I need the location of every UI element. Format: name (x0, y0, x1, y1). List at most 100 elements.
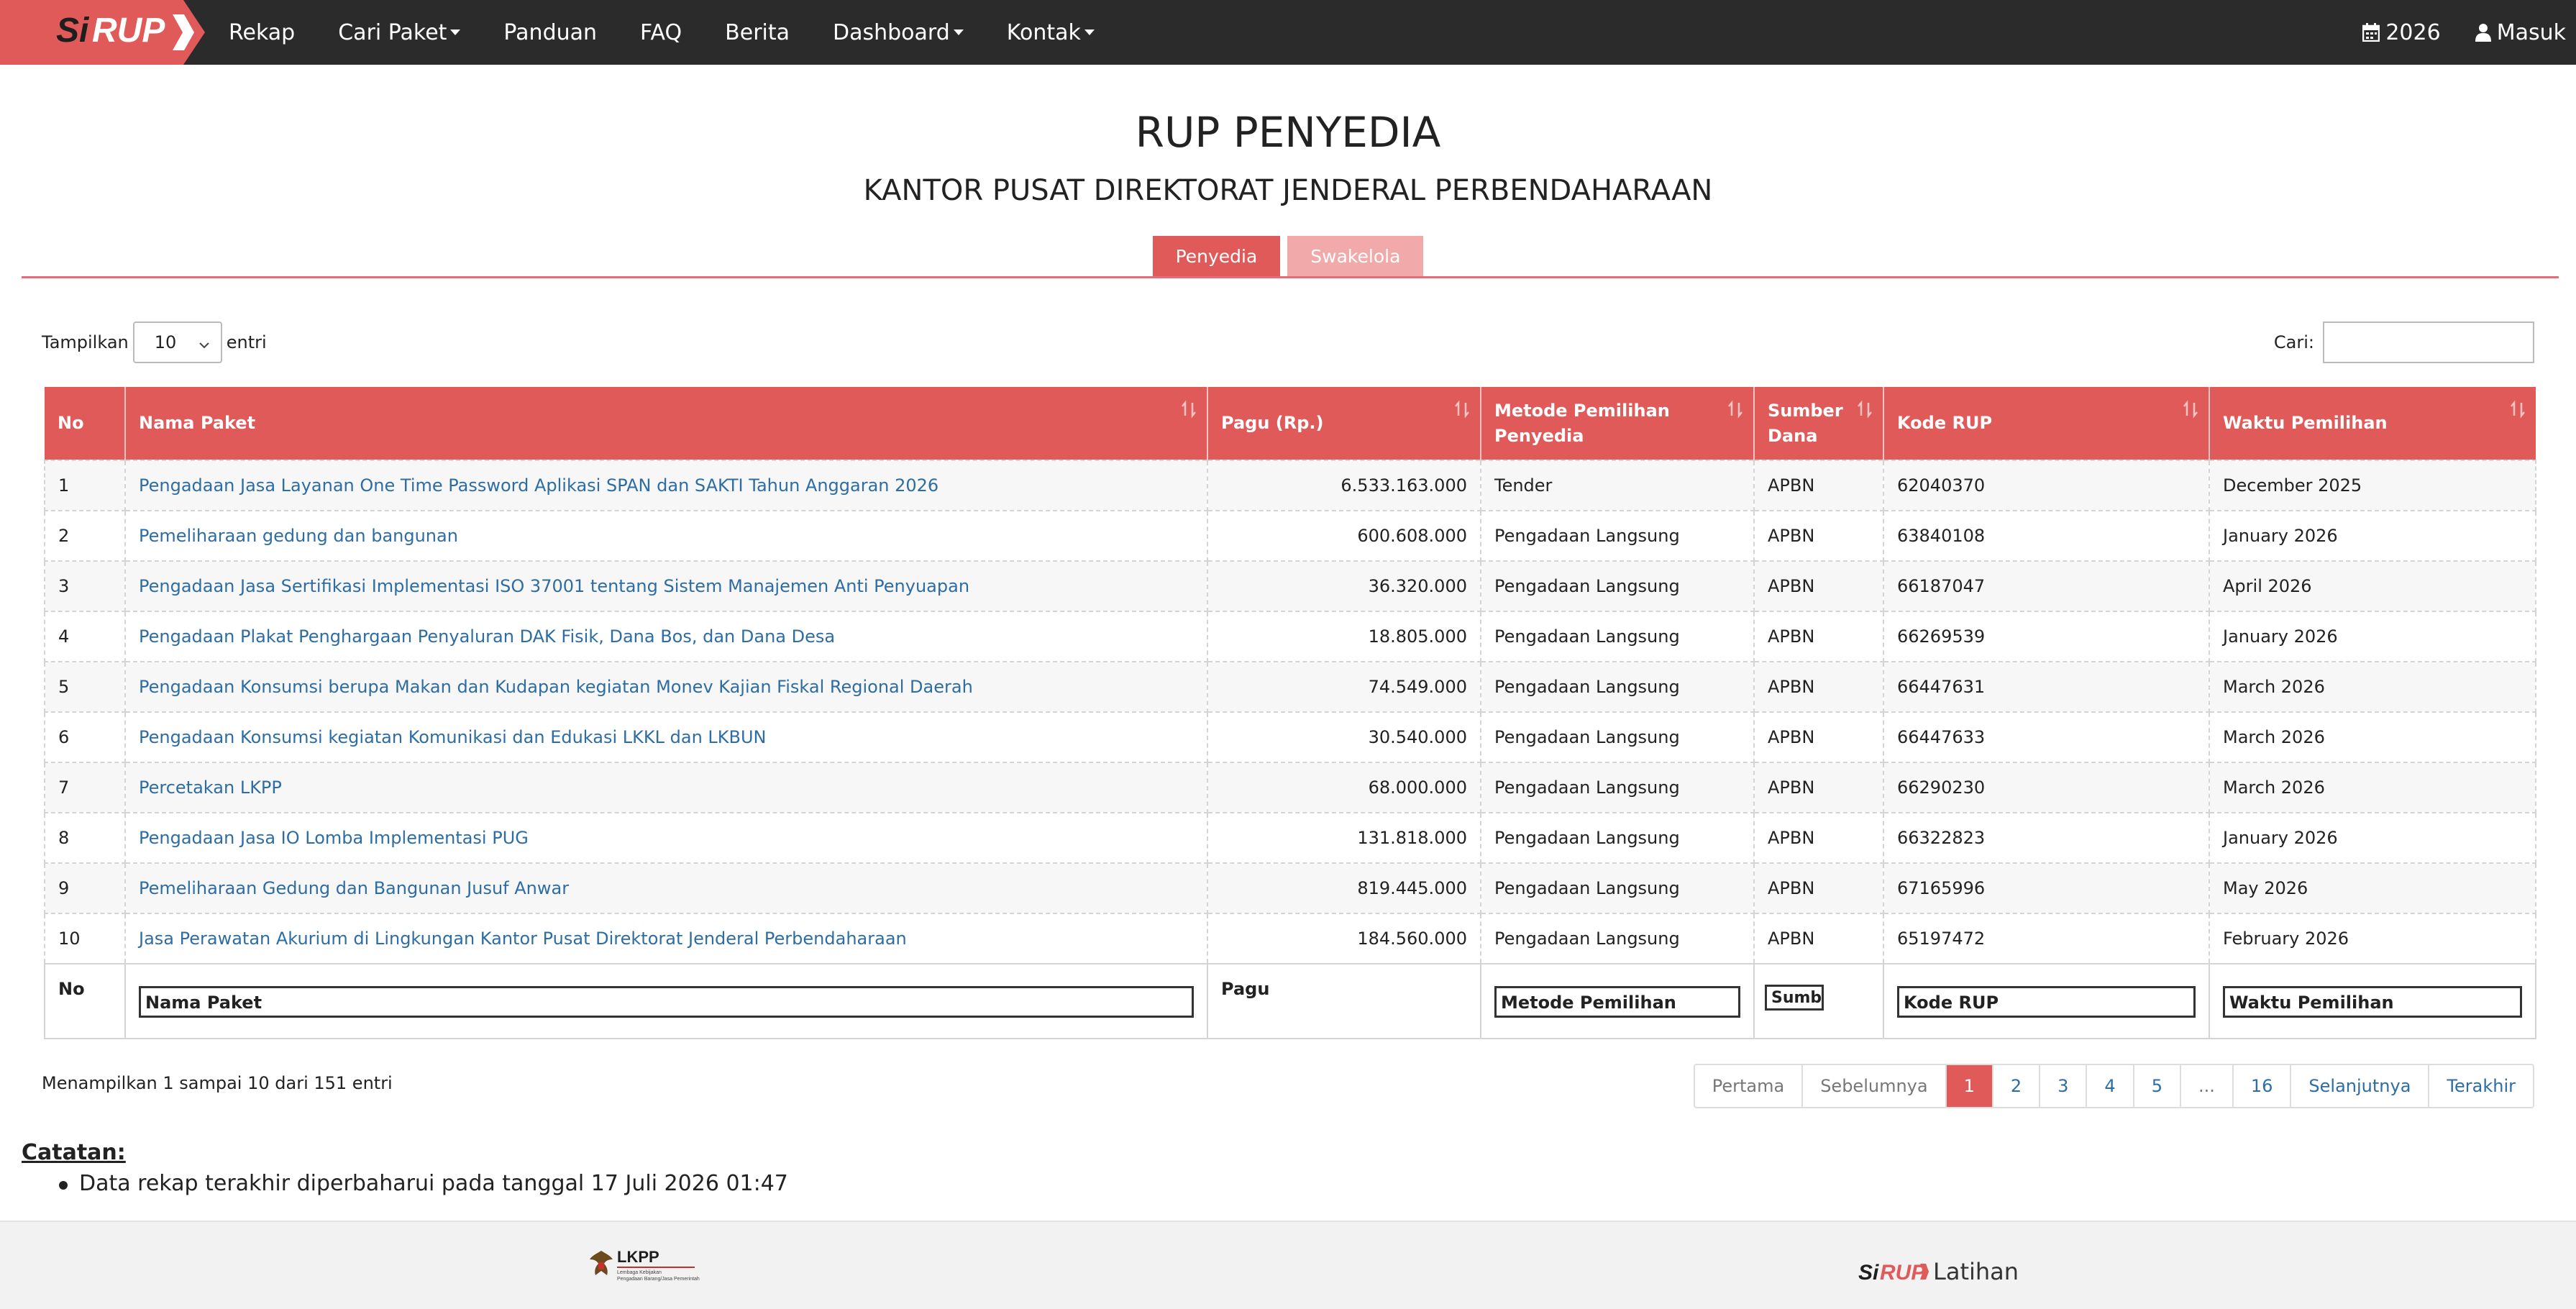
col-header-sumber-dana[interactable]: Sumber Dana (1754, 387, 1884, 460)
package-link[interactable]: Pemeliharaan Gedung dan Bangunan Jusuf A… (139, 878, 569, 898)
cell-waktu: March 2026 (2209, 661, 2536, 713)
nav-dashboard[interactable]: Dashboard (833, 20, 964, 45)
filter-nama-paket-input[interactable]: Nama Paket (139, 986, 1194, 1018)
cell-kode-rup: 67165996 (1883, 862, 2210, 914)
table-row: 2 Pemeliharaan gedung dan bangunan 600.608… (44, 510, 2536, 562)
cell-waktu: January 2026 (2209, 611, 2536, 662)
notes-title: Catatan: (22, 1140, 126, 1165)
table-row: 10 Jasa Perawatan Akurium di Lingkungan K… (44, 913, 2536, 964)
cell-nama-paket: Pengadaan Plakat Penghargaan Penyaluran … (124, 611, 1208, 662)
cell-pagu: 131.818.000 (1207, 812, 1481, 864)
sort-icon (1857, 400, 1873, 426)
year-selector[interactable]: 2026 (2362, 20, 2441, 45)
table-row: 9 Pemeliharaan Gedung dan Bangunan Jusuf … (44, 862, 2536, 914)
cell-pagu: 74.549.000 (1207, 661, 1481, 713)
table-row: 5 Pengadaan Konsumsi berupa Makan dan Kud… (44, 661, 2536, 713)
page-next-button[interactable]: Selanjutnya (2291, 1065, 2430, 1107)
col-header-no[interactable]: No (45, 387, 126, 460)
package-link[interactable]: Pengadaan Jasa IO Lomba Implementasi PUG (139, 828, 529, 848)
page-first-button[interactable]: Pertama (1694, 1065, 1804, 1107)
cell-waktu: January 2026 (2209, 510, 2536, 562)
page-number-button[interactable]: 1 (1946, 1065, 1993, 1107)
page-size-select[interactable]: 10 (132, 321, 222, 363)
cell-waktu: January 2026 (2209, 812, 2536, 864)
cell-sumber-dana: APBN (1753, 560, 1884, 612)
nav-berita[interactable]: Berita (725, 20, 790, 45)
package-link[interactable]: Pengadaan Konsumsi berupa Makan dan Kuda… (139, 677, 973, 697)
table-filter-row: No Nama Paket Pagu Metode Pemilihan Sumb… (44, 963, 2536, 1039)
filter-pagu-label: Pagu (1207, 963, 1481, 1039)
col-header-label: Waktu Pemilihan (2223, 413, 2388, 433)
col-header-label: Sumber Dana (1768, 400, 1843, 446)
col-header-metode[interactable]: Metode Pemilihan Penyedia (1481, 387, 1755, 460)
nav-rekap[interactable]: Rekap (229, 20, 295, 45)
page-title: RUP PENYEDIA (1135, 108, 1441, 157)
lkpp-logo[interactable]: LKPP Lembaga Kebijakan Pengadaan Barang/… (588, 1246, 703, 1288)
nav-faq[interactable]: FAQ (640, 20, 682, 45)
sirup-logo[interactable]: Si RUP (0, 0, 205, 65)
package-link[interactable]: Jasa Perawatan Akurium di Lingkungan Kan… (139, 929, 907, 949)
col-header-label: Metode Pemilihan Penyedia (1494, 400, 1670, 446)
tab-penyedia[interactable]: Penyedia (1152, 236, 1281, 278)
col-header-nama-paket[interactable]: Nama Paket (125, 387, 1208, 460)
filter-metode-cell: Metode Pemilihan (1480, 963, 1755, 1039)
package-link[interactable]: Pengadaan Plakat Penghargaan Penyaluran … (139, 626, 835, 647)
col-header-label: Kode RUP (1897, 413, 1993, 433)
login-button[interactable]: Masuk (2475, 20, 2566, 45)
page-number-button[interactable]: 4 (2087, 1065, 2134, 1107)
nav-kontak[interactable]: Kontak (1007, 20, 1095, 45)
filter-kode-cell: Kode RUP (1883, 963, 2210, 1039)
nav-kontak-label: Kontak (1006, 19, 1081, 45)
nav-rekap-label: Rekap (229, 19, 296, 45)
cell-waktu: December 2025 (2209, 460, 2536, 511)
page-number-button[interactable]: 16 (2233, 1065, 2292, 1107)
svg-text:RUP: RUP (1880, 1261, 1926, 1284)
filter-sumber-dana-input[interactable]: Sumber Dana (1765, 985, 1824, 1011)
col-header-kode-rup[interactable]: Kode RUP (1883, 387, 2210, 460)
page-number-button[interactable]: 3 (2040, 1065, 2088, 1107)
cell-metode: Pengadaan Langsung (1480, 762, 1755, 813)
package-link[interactable]: Pemeliharaan gedung dan bangunan (139, 526, 458, 546)
cell-no: 10 (44, 913, 126, 964)
cell-nama-paket: Percetakan LKPP (124, 762, 1208, 813)
col-header-pagu[interactable]: Pagu (Rp.) (1207, 387, 1481, 460)
col-header-waktu[interactable]: Waktu Pemilihan (2209, 387, 2536, 460)
tab-swakelola[interactable]: Swakelola (1287, 236, 1424, 278)
cell-pagu: 184.560.000 (1207, 913, 1481, 964)
cell-no: 4 (44, 611, 126, 662)
nav-cari-paket-label: Cari Paket (338, 19, 447, 45)
cell-metode: Pengadaan Langsung (1480, 812, 1755, 864)
pagination: Pertama Sebelumnya 1 2 3 4 5 ... 16 Sela… (1693, 1064, 2534, 1108)
notes-item: Data rekap terakhir diperbaharui pada ta… (79, 1171, 788, 1196)
package-link[interactable]: Pengadaan Jasa Sertifikasi Implementasi … (139, 576, 969, 596)
entries-label: entri (226, 332, 267, 352)
table-info: Menampilkan 1 sampai 10 dari 151 entri (42, 1073, 393, 1093)
page-prev-button[interactable]: Sebelumnya (1803, 1065, 1947, 1107)
cell-metode: Pengadaan Langsung (1480, 711, 1755, 763)
cell-waktu: May 2026 (2209, 862, 2536, 914)
search-input[interactable] (2323, 321, 2534, 363)
col-header-label: Pagu (Rp.) (1221, 413, 1324, 433)
nav-cari-paket[interactable]: Cari Paket (338, 19, 461, 45)
table-header-row: No Nama Paket Pagu (Rp.) Metode Pemiliha… (45, 387, 2536, 460)
page-last-button[interactable]: Terakhir (2429, 1065, 2533, 1107)
page-number-button[interactable]: 5 (2134, 1065, 2181, 1107)
page-number-button[interactable]: 2 (1993, 1065, 2041, 1107)
cell-waktu: March 2026 (2209, 711, 2536, 763)
cell-nama-paket: Pengadaan Konsumsi berupa Makan dan Kuda… (124, 661, 1208, 713)
cell-metode: Pengadaan Langsung (1480, 862, 1755, 914)
filter-kode-rup-input[interactable]: Kode RUP (1897, 986, 2196, 1018)
filter-metode-input[interactable]: Metode Pemilihan (1494, 986, 1740, 1018)
package-link[interactable]: Percetakan LKPP (139, 777, 282, 798)
filter-waktu-input[interactable]: Waktu Pemilihan (2223, 986, 2522, 1018)
cell-no: 5 (44, 661, 126, 713)
sirup-latihan-logo[interactable]: Si RUP Latihan (1858, 1258, 2019, 1285)
cell-sumber-dana: APBN (1753, 862, 1884, 914)
nav-panduan[interactable]: Panduan (503, 20, 597, 45)
garuda-emblem-icon (590, 1251, 613, 1275)
cell-metode: Pengadaan Langsung (1480, 913, 1755, 964)
cell-waktu: March 2026 (2209, 762, 2536, 813)
package-link[interactable]: Pengadaan Jasa Layanan One Time Password… (139, 475, 938, 496)
table-row: 3 Pengadaan Jasa Sertifikasi Implementasi… (44, 560, 2536, 612)
package-link[interactable]: Pengadaan Konsumsi kegiatan Komunikasi d… (139, 727, 767, 747)
